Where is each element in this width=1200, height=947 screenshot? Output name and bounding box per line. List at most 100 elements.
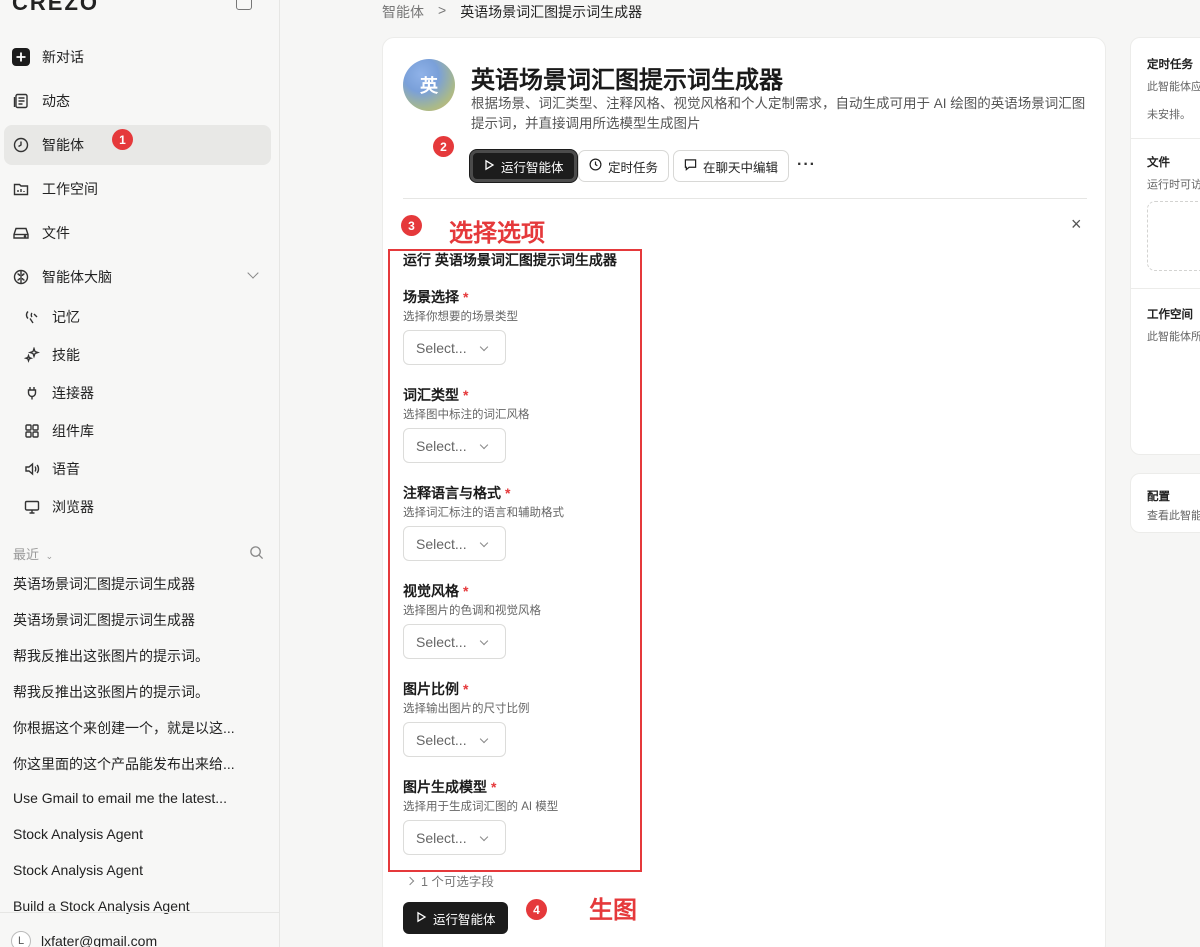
recent-chat-item[interactable]: 帮我反推出这张图片的提示词。 xyxy=(13,646,268,670)
sidebar-subitem-memory[interactable]: 记忆 xyxy=(24,302,264,332)
files-description: 运行时可访 xyxy=(1147,179,1200,191)
breadcrumb-current: 英语场景词汇图提示词生成器 xyxy=(460,4,643,20)
agent-card: 英 英语场景词汇图提示词生成器 根据场景、词汇类型、注释风格、视觉风格和个人定制… xyxy=(382,37,1106,947)
config-description: 查看此智能 xyxy=(1147,510,1200,522)
agent-description: 根据场景、词汇类型、注释风格、视觉风格和个人定制需求，自动生成可用于 AI 绘图… xyxy=(471,96,1086,131)
sidebar-subitem-label: 记忆 xyxy=(52,309,80,325)
chevron-down-icon xyxy=(479,342,489,352)
aspect-ratio-select[interactable]: Select... xyxy=(403,722,506,757)
annotation-badge: 3 xyxy=(401,215,422,236)
schedule-task-label: 定时任务 xyxy=(608,160,659,175)
field-label: 注释语言与格式 * xyxy=(403,485,511,501)
page-title: 英语场景词汇图提示词生成器 xyxy=(471,67,783,94)
field-label: 图片比例 * xyxy=(403,681,469,697)
more-options-button[interactable]: ··· xyxy=(797,156,816,174)
user-account[interactable]: L lxfater@gmail.com xyxy=(0,912,280,947)
plus-icon xyxy=(12,48,30,66)
breadcrumb-parent[interactable]: 智能体 xyxy=(382,2,424,22)
recent-header[interactable]: 最近 ⌄ xyxy=(13,544,53,563)
sidebar-subitem-browser[interactable]: 浏览器 xyxy=(24,492,264,522)
recent-chat-item[interactable]: 英语场景词汇图提示词生成器 xyxy=(13,610,268,634)
select-placeholder: Select... xyxy=(416,829,467,846)
edit-in-chat-button[interactable]: 在聊天中编辑 xyxy=(673,150,790,182)
recent-chat-item[interactable]: Stock Analysis Agent xyxy=(13,826,268,850)
config-panel[interactable]: 配置 查看此智能 xyxy=(1130,473,1200,533)
avatar: L xyxy=(11,931,31,947)
recent-chat-item[interactable]: 你根据这个来创建一个，就是以这... xyxy=(13,718,268,742)
feed-icon xyxy=(12,92,30,110)
field-help: 选择词汇标注的语言和辅助格式 xyxy=(403,507,564,519)
components-icon xyxy=(24,423,40,439)
brain-icon xyxy=(12,268,30,286)
annotation-label: 选择选项 xyxy=(449,220,545,247)
field-label: 图片生成模型 * xyxy=(403,779,497,795)
run-agent-submit-button[interactable]: 运行智能体 xyxy=(403,902,508,934)
memory-icon xyxy=(24,309,40,325)
field-label: 视觉风格 * xyxy=(403,583,469,599)
plug-icon xyxy=(24,385,40,401)
user-email: lxfater@gmail.com xyxy=(41,933,158,947)
required-mark: * xyxy=(463,583,469,599)
divider xyxy=(1131,288,1200,289)
sidebar-item-agents[interactable]: 智能体 xyxy=(4,125,271,165)
drive-icon xyxy=(12,224,30,242)
required-mark: * xyxy=(505,485,511,501)
recent-chat-item[interactable]: 帮我反推出这张图片的提示词。 xyxy=(13,682,268,706)
breadcrumb-separator: > xyxy=(438,2,447,18)
recent-chat-item[interactable]: Use Gmail to email me the latest... xyxy=(13,790,268,814)
file-dropzone[interactable] xyxy=(1147,201,1200,271)
recent-chat-item[interactable]: Stock Analysis Agent xyxy=(13,862,268,886)
sidebar-item-files[interactable]: 文件 xyxy=(4,213,271,253)
optional-fields-toggle[interactable]: 1 个可选字段 xyxy=(405,871,494,890)
required-mark: * xyxy=(463,387,469,403)
sidebar-item-workspace[interactable]: 工作空间 xyxy=(4,169,271,209)
scheduled-title: 定时任务 xyxy=(1147,59,1193,71)
divider xyxy=(1131,138,1200,139)
required-mark: * xyxy=(463,289,469,305)
schedule-task-button[interactable]: 定时任务 xyxy=(578,150,670,182)
annotation-language-select[interactable]: Select... xyxy=(403,526,506,561)
sidebar-subitem-skills[interactable]: 技能 xyxy=(24,340,264,370)
run-agent-button[interactable]: 运行智能体 xyxy=(470,150,577,182)
annotation-badge: 4 xyxy=(526,899,547,920)
chat-bubble-icon xyxy=(684,158,697,174)
run-agent-label: 运行智能体 xyxy=(501,160,564,175)
select-placeholder: Select... xyxy=(416,437,467,454)
close-icon[interactable]: × xyxy=(1071,214,1082,235)
agent-icon xyxy=(12,136,30,154)
sidebar: CREZO 新对话 动态 智能体 工作空间 文件 智能体大脑 记忆 技能 连接器… xyxy=(0,0,280,947)
search-icon[interactable] xyxy=(249,545,264,560)
visual-style-select[interactable]: Select... xyxy=(403,624,506,659)
image-model-select[interactable]: Select... xyxy=(403,820,506,855)
app-window: CREZO 新对话 动态 智能体 工作空间 文件 智能体大脑 记忆 技能 连接器… xyxy=(0,0,1200,947)
sidebar-subitem-label: 浏览器 xyxy=(52,499,94,515)
recent-chat-item[interactable]: 你这里面的这个产品能发布出来给... xyxy=(13,754,268,778)
clock-icon xyxy=(589,158,602,174)
agent-avatar: 英 xyxy=(403,59,455,111)
config-title: 配置 xyxy=(1147,491,1170,503)
field-label: 场景选择 * xyxy=(403,289,469,305)
monitor-icon xyxy=(24,499,40,515)
sidebar-item-feed[interactable]: 动态 xyxy=(4,81,271,121)
collapse-sidebar-icon[interactable] xyxy=(236,0,252,10)
recent-chat-item[interactable]: 英语场景词汇图提示词生成器 xyxy=(13,574,268,598)
sidebar-subitem-components[interactable]: 组件库 xyxy=(24,416,264,446)
scene-select[interactable]: Select... xyxy=(403,330,506,365)
sidebar-subitem-voice[interactable]: 语音 xyxy=(24,454,264,484)
sidebar-subitem-connectors[interactable]: 连接器 xyxy=(24,378,264,408)
logo: CREZO xyxy=(12,0,99,15)
sidebar-item-label: 智能体大脑 xyxy=(42,269,112,285)
workspace-icon xyxy=(12,180,30,198)
recent-label: 最近 xyxy=(13,547,40,562)
vocab-type-select[interactable]: Select... xyxy=(403,428,506,463)
sidebar-item-agent-brain[interactable]: 智能体大脑 xyxy=(4,257,271,297)
run-agent-label: 运行智能体 xyxy=(433,912,496,927)
field-help: 选择你想要的场景类型 xyxy=(403,311,518,323)
sidebar-item-label: 文件 xyxy=(42,225,70,241)
field-help: 选择图片的色调和视觉风格 xyxy=(403,605,541,617)
sidebar-subitem-label: 组件库 xyxy=(52,423,94,439)
sidebar-subitem-label: 语音 xyxy=(52,461,80,477)
sidebar-item-new-chat[interactable]: 新对话 xyxy=(4,37,271,77)
select-placeholder: Select... xyxy=(416,633,467,650)
chevron-down-icon xyxy=(479,734,489,744)
